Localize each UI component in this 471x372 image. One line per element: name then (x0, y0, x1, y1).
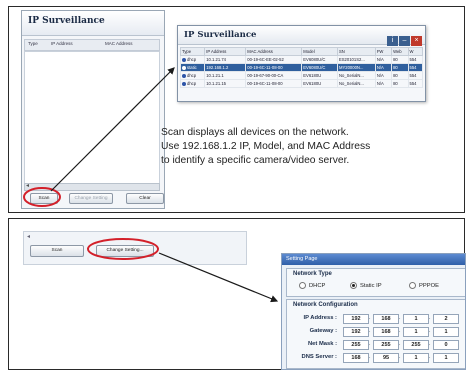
pointer-arrow (50, 67, 175, 192)
top-panel: IP Surveillance Type IP Address MAC Addr… (8, 6, 465, 213)
bottom-panel: ◂ Scan Change Setting... Setting Page Ne… (8, 218, 466, 370)
pointer-arrow (158, 252, 279, 303)
panel2-annotations (87, 238, 279, 303)
change-setting-highlight-circle (87, 238, 159, 260)
scan-highlight-circle (23, 187, 61, 207)
panel1-annotations (23, 67, 175, 207)
